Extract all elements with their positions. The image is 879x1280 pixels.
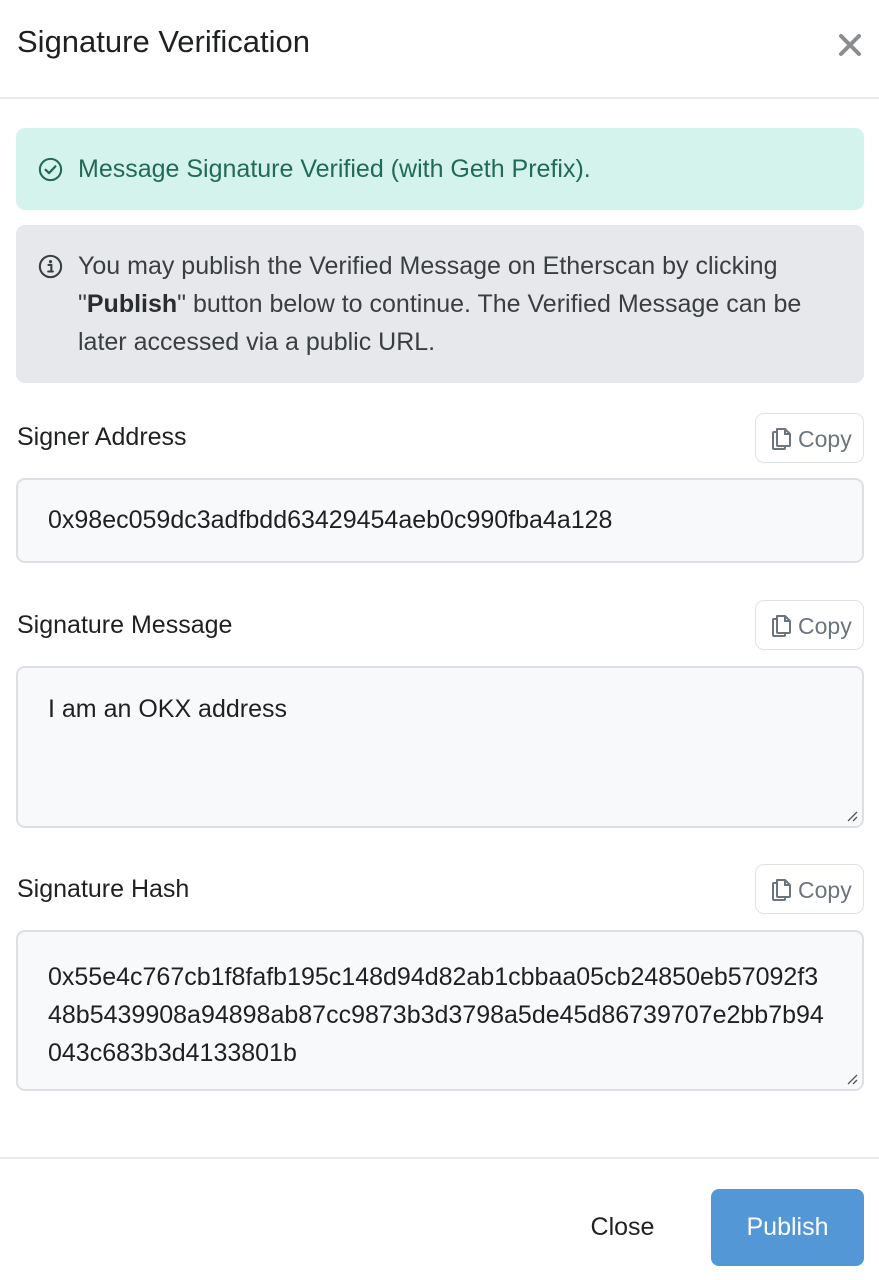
signature-message-label: Signature Message bbox=[17, 611, 233, 639]
signature-message-textarea[interactable]: I am an OKX address bbox=[16, 666, 864, 828]
verified-success-text: Message Signature Verified (with Geth Pr… bbox=[78, 155, 591, 183]
close-button[interactable]: Close bbox=[575, 1189, 670, 1266]
close-modal-button[interactable] bbox=[835, 30, 865, 60]
publish-info-text: You may publish the Verified Message on … bbox=[78, 252, 802, 356]
resize-grip-icon[interactable] bbox=[844, 808, 858, 822]
check-circle-icon bbox=[38, 157, 63, 182]
close-x-icon bbox=[839, 34, 861, 56]
info-circle-icon bbox=[38, 254, 63, 279]
signer-address-label: Signer Address bbox=[17, 423, 187, 451]
publish-button[interactable]: Publish bbox=[711, 1189, 864, 1266]
signature-hash-label: Signature Hash bbox=[17, 875, 190, 903]
copy-signer-address-button[interactable]: Copy bbox=[755, 413, 864, 463]
publish-info-alert: You may publish the Verified Message on … bbox=[16, 225, 864, 383]
signature-hash-textarea[interactable]: 0x55e4c767cb1f8fafb195c148d94d82ab1cbbaa… bbox=[16, 930, 864, 1091]
copy-icon bbox=[772, 879, 791, 901]
modal-footer: Close Publish bbox=[0, 1157, 879, 1280]
copy-signature-hash-button[interactable]: Copy bbox=[755, 864, 864, 914]
modal-title: Signature Verification bbox=[17, 24, 310, 59]
resize-grip-icon[interactable] bbox=[844, 1071, 858, 1085]
signer-address-field[interactable] bbox=[16, 478, 864, 563]
publish-emphasis: Publish bbox=[86, 290, 178, 318]
signature-verification-modal: Signature Verification Message Signature… bbox=[0, 0, 879, 1280]
copy-icon bbox=[772, 428, 791, 450]
modal-header: Signature Verification bbox=[0, 0, 879, 99]
copy-icon bbox=[772, 615, 791, 637]
verified-success-alert: Message Signature Verified (with Geth Pr… bbox=[16, 128, 864, 210]
copy-signature-message-button[interactable]: Copy bbox=[755, 600, 864, 650]
